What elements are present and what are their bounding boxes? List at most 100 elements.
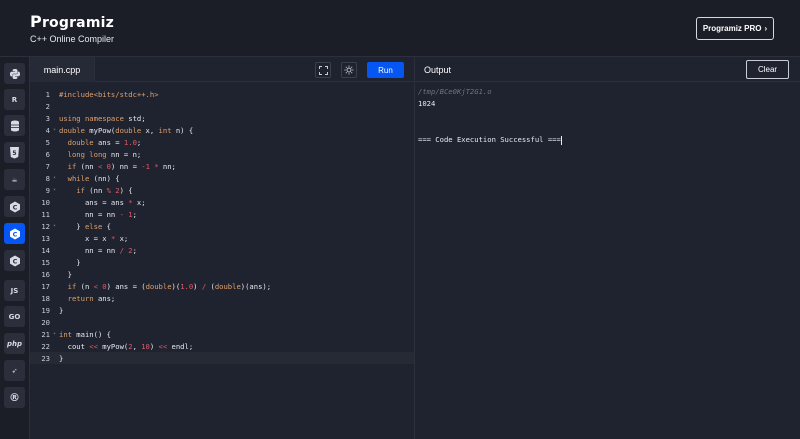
code-line[interactable]: 11 nn = nn - 1; <box>30 208 414 220</box>
svg-text:5: 5 <box>12 150 16 157</box>
code-line[interactable]: 7 if (nn < 0) nn = -1 * nn; <box>30 160 414 172</box>
line-number: 2 <box>45 101 50 111</box>
clear-button[interactable]: Clear <box>746 60 789 79</box>
code-line[interactable]: 20 <box>30 316 414 328</box>
code-text: return ans; <box>67 293 116 303</box>
line-number: 5 <box>45 137 50 147</box>
code-line[interactable]: 6 long long nn = n; <box>30 148 414 160</box>
code-line[interactable]: 3 using namespace std; <box>30 112 414 124</box>
page-subtitle: C++ Online Compiler <box>30 34 115 44</box>
output-blank <box>418 122 562 134</box>
code-editor[interactable]: 1 #include<bits/stdc++.h> 2 3 using namespac… <box>30 82 414 439</box>
fold-marker-icon[interactable]: ▾ <box>50 331 59 337</box>
code-text: if (nn % 2) { <box>76 185 133 195</box>
code-text: double myPow(double x, int n) { <box>59 125 194 135</box>
code-line[interactable]: 17 if (n < 0) ans = (double)(1.0) / (dou… <box>30 280 414 292</box>
output-success-line: === Code Execution Successful === <box>418 134 562 146</box>
code-line[interactable]: 4 ▾ double myPow(double x, int n) { <box>30 124 414 136</box>
swift-icon[interactable]: ➶ <box>4 360 25 381</box>
clear-label: Clear <box>757 65 778 74</box>
code-text: if (n < 0) ans = (double)(1.0) / (double… <box>67 281 272 291</box>
php-icon[interactable]: php <box>4 333 25 354</box>
output-result: 1024 <box>418 99 436 108</box>
line-number: 23 <box>41 353 50 363</box>
code-line[interactable]: 13 x = x * x; <box>30 232 414 244</box>
output-console[interactable]: /tmp/BCe0KjT2G1.o 1024 === Code Executio… <box>418 86 562 146</box>
code-text: } else { <box>59 221 111 231</box>
code-line[interactable]: 5 double ans = 1.0; <box>30 136 414 148</box>
rust-glyph: ® <box>9 391 20 404</box>
rust-icon[interactable]: ® <box>4 387 25 408</box>
code-line[interactable]: 23} <box>30 352 414 364</box>
svg-text:C: C <box>12 203 17 211</box>
code-line[interactable]: 1 #include<bits/stdc++.h> <box>30 88 414 100</box>
code-line[interactable]: 22 cout << myPow(2, 10) << endl; <box>30 340 414 352</box>
line-number: 13 <box>41 233 50 243</box>
code-line[interactable]: 12 ▾ } else { <box>30 220 414 232</box>
code-text: long long nn = n; <box>67 149 142 159</box>
fold-marker-icon[interactable]: ▾ <box>50 187 59 193</box>
line-number: 10 <box>41 197 50 207</box>
csharp-icon[interactable]: C <box>4 250 25 271</box>
line-number: 15 <box>41 257 50 267</box>
output-blank <box>418 110 562 122</box>
cpp-icon[interactable]: C <box>4 223 25 244</box>
output-header: Output Clear <box>415 57 800 82</box>
go-icon[interactable]: GO <box>4 306 25 327</box>
line-number: 18 <box>41 293 50 303</box>
code-line[interactable]: 8 ▾ while (nn) { <box>30 172 414 184</box>
java-icon[interactable]: ☕ <box>4 169 25 190</box>
line-number: 16 <box>41 269 50 279</box>
line-number: 3 <box>45 113 50 123</box>
editor-toolbar: main.cpp Run <box>30 57 414 82</box>
code-text: } <box>59 257 81 267</box>
python-icon[interactable] <box>4 63 25 84</box>
theme-toggle-icon[interactable] <box>341 62 357 78</box>
code-text: ans = ans * x; <box>59 197 146 207</box>
code-line[interactable]: 2 <box>30 100 414 112</box>
code-text: } <box>59 269 72 279</box>
line-number: 20 <box>41 317 50 327</box>
code-text: if (nn < 0) nn = -1 * nn; <box>67 161 176 171</box>
line-number: 22 <box>41 341 50 351</box>
line-number: 14 <box>41 245 50 255</box>
code-text: nn = nn / 2; <box>59 245 137 255</box>
code-line[interactable]: 16 } <box>30 268 414 280</box>
line-number: 6 <box>45 149 50 159</box>
code-line[interactable]: 18 return ans; <box>30 292 414 304</box>
code-line[interactable]: 10 ans = ans * x; <box>30 196 414 208</box>
logo-mark: P <box>30 12 42 31</box>
output-path: /tmp/BCe0KjT2G1.o <box>418 87 492 96</box>
r-icon[interactable]: R <box>4 89 25 110</box>
text-cursor <box>560 135 562 145</box>
pane-divider[interactable] <box>414 57 415 439</box>
code-text: while (nn) { <box>67 173 120 183</box>
c-icon[interactable]: C <box>4 196 25 217</box>
app-header: Programiz C++ Online Compiler Programiz … <box>0 0 800 57</box>
line-number: 11 <box>41 209 50 219</box>
run-button[interactable]: Run <box>367 62 404 78</box>
code-line[interactable]: 14 nn = nn / 2; <box>30 244 414 256</box>
code-text: } <box>59 305 64 315</box>
fold-marker-icon[interactable]: ▾ <box>50 175 59 181</box>
code-line[interactable]: 9 ▾ if (nn % 2) { <box>30 184 414 196</box>
fullscreen-icon[interactable] <box>315 62 331 78</box>
code-line[interactable]: 21 ▾ int main() { <box>30 328 414 340</box>
line-number: 8 <box>45 173 50 183</box>
code-text: int main() { <box>59 329 111 339</box>
code-text: } <box>59 353 64 363</box>
tab-label: main.cpp <box>43 64 81 75</box>
language-sidebar: R 5 ☕ C C C JS GO php ➶ ® <box>0 57 30 439</box>
programiz-logo[interactable]: Programiz <box>30 12 114 31</box>
sql-icon[interactable] <box>4 115 25 136</box>
programiz-pro-button[interactable]: Programiz PRO › <box>696 17 774 40</box>
fold-marker-icon[interactable]: ▾ <box>50 223 59 229</box>
line-number: 12 <box>41 221 50 231</box>
html-icon[interactable]: 5 <box>4 142 25 163</box>
code-line[interactable]: 19} <box>30 304 414 316</box>
code-text: using namespace std; <box>59 113 146 123</box>
fold-marker-icon[interactable]: ▾ <box>50 127 59 133</box>
tab-main-cpp[interactable]: main.cpp <box>30 57 95 82</box>
javascript-icon[interactable]: JS <box>4 280 25 301</box>
code-line[interactable]: 15 } <box>30 256 414 268</box>
